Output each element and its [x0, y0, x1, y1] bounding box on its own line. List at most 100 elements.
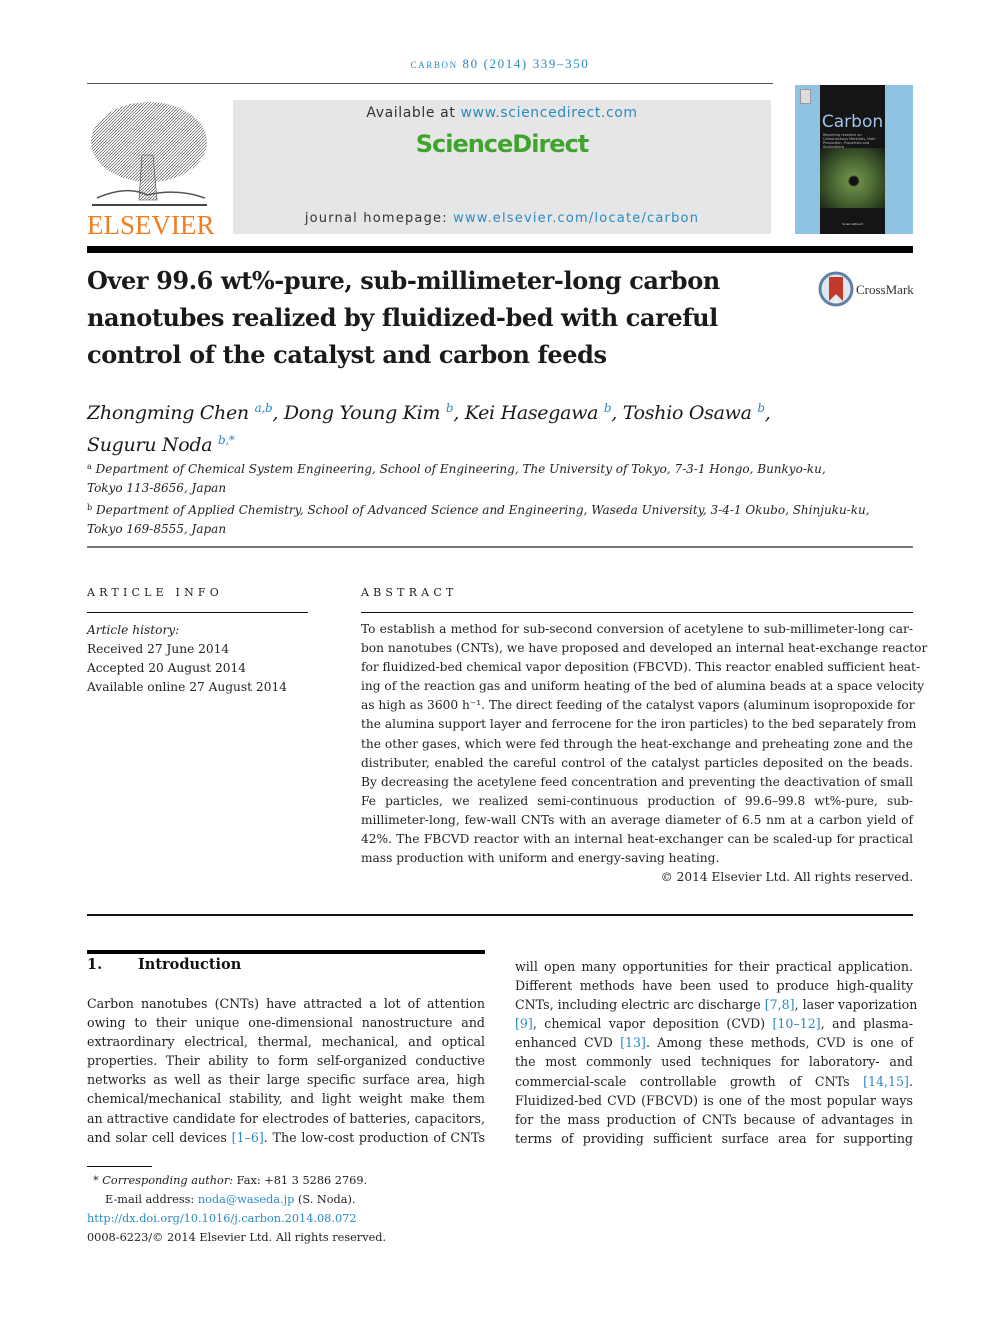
title-line: Over 99.6 wt%-pure, sub-millimeter-long …	[87, 266, 720, 295]
body-text: . Among these methods, CVD is one of	[645, 1035, 913, 1051]
introduction-rule	[87, 950, 485, 954]
affiliation-b: b Department of Applied Chemistry, Schoo…	[87, 498, 887, 520]
affiliation-a: a Department of Chemical System Engineer…	[87, 457, 887, 479]
introduction-right-column: will open many opportunities for their p…	[515, 957, 917, 1148]
section-number: 1.	[87, 956, 103, 973]
abstract-line: By decreasing the acetylene feed concent…	[361, 774, 913, 789]
author-name[interactable]: Zhongming Chen	[87, 402, 249, 424]
affiliation-text: Department of Applied Chemistry, School …	[95, 503, 870, 517]
body-text: chemical/mechanical stability, and light…	[87, 1091, 485, 1107]
header-rule	[87, 83, 773, 84]
body-text: .	[908, 1073, 913, 1089]
article-history: Article history: Received 27 June 2014 A…	[87, 621, 287, 697]
body-text: the most commonly used techniques for la…	[515, 1054, 913, 1070]
sciencedirect-logo[interactable]: ScienceDirect	[233, 130, 771, 158]
body-text: , and plasma-	[820, 1016, 913, 1032]
body-text-line: commercial-scale controllable growth of …	[515, 1072, 913, 1091]
body-text: . The low-cost production of CNTs	[263, 1129, 485, 1145]
section-title: Introduction	[138, 956, 242, 973]
body-text-line: Different methods have been used to prod…	[515, 976, 913, 995]
elsevier-badge-icon	[800, 89, 811, 104]
article-info-rule	[87, 612, 308, 613]
abstract-line: ing of the reaction gas and uniform heat…	[361, 679, 925, 694]
author-name[interactable]: Suguru Noda	[87, 434, 213, 456]
citation-link[interactable]: [10–12]	[773, 1016, 821, 1031]
author-separator: ,	[453, 402, 465, 424]
running-head: carbon 80 (2014) 339–350	[410, 56, 590, 71]
section-divider	[87, 546, 913, 548]
body-text-line: Carbon nanotubes (CNTs) have attracted a…	[87, 994, 485, 1013]
author-name[interactable]: Kei Hasegawa	[465, 402, 599, 424]
affiliation-mark: a	[87, 462, 92, 471]
abstract-line: Fe particles, we realized semi-continuou…	[361, 793, 913, 808]
received-date: Received 27 June 2014	[87, 642, 230, 656]
crossmark-label[interactable]: CrossMark	[856, 282, 914, 298]
email-link[interactable]: noda@waseda.jp	[198, 1193, 295, 1206]
body-text: owing to their unique one-dimensional na…	[87, 1015, 485, 1031]
author-name[interactable]: Toshio Osawa	[623, 402, 752, 424]
affiliation-text-cont: Tokyo 169-8555, Japan	[87, 522, 227, 536]
body-text-line: terms of providing sufficient surface ar…	[515, 1129, 913, 1148]
body-text-line: will open many opportunities for their p…	[515, 957, 913, 976]
body-text: Carbon nanotubes (CNTs) have attracted a…	[87, 996, 485, 1011]
author-list: Zhongming Chen a,b, Dong Young Kim b, Ke…	[87, 395, 867, 459]
footnote-rule	[87, 1166, 152, 1167]
body-text: and solar cell devices	[87, 1129, 232, 1145]
abstract-line: millimeter-long, few-wall CNTs with an a…	[361, 812, 913, 827]
elsevier-logo-text: ELSEVIER	[87, 210, 215, 240]
body-text: will open many opportunities for their p…	[515, 959, 913, 974]
email-label: E-mail address:	[105, 1193, 198, 1206]
author-affiliation-mark[interactable]: a,b	[255, 401, 273, 415]
author-name[interactable]: Dong Young Kim	[284, 402, 441, 424]
citation-link[interactable]: [14,15]	[863, 1074, 909, 1089]
body-text-line: CNTs, including electric arc discharge […	[515, 995, 917, 1014]
online-date: Available online 27 August 2014	[87, 680, 287, 694]
body-text-line: and solar cell devices [1–6]. The low-co…	[87, 1128, 485, 1147]
body-text: , chemical vapor deposition (CVD)	[532, 1016, 773, 1032]
author-affiliation-mark[interactable]: b,*	[218, 433, 235, 447]
body-text-line: owing to their unique one-dimensional na…	[87, 1013, 485, 1032]
title-line: nanotubes realized by fluidized-bed with…	[87, 303, 718, 332]
abstract-line: distributer, enabled the careful control…	[361, 755, 913, 770]
doi-link[interactable]: http://dx.doi.org/10.1016/j.carbon.2014.…	[87, 1212, 357, 1225]
email-note: E-mail address: noda@waseda.jp (S. Noda)…	[87, 1190, 386, 1209]
body-text: for the mass production of CNTs because …	[515, 1111, 913, 1127]
body-text-line: networks as well as their large specific…	[87, 1070, 485, 1089]
journal-homepage-link[interactable]: www.elsevier.com/locate/carbon	[453, 211, 699, 226]
sciencedirect-link[interactable]: www.sciencedirect.com	[460, 105, 637, 121]
affiliation-mark: b	[87, 503, 93, 512]
corresponding-author-note: * Corresponding author: Fax: +81 3 5286 …	[87, 1171, 386, 1190]
title-line: control of the catalyst and carbon feeds	[87, 340, 607, 369]
abstract-line: the alumina support layer and ferrocene …	[361, 717, 917, 732]
body-text: CNTs, including electric arc discharge	[515, 997, 765, 1013]
abstract-line: bon nanotubes (CNTs), we have proposed a…	[361, 641, 928, 656]
affiliations: a Department of Chemical System Engineer…	[87, 457, 887, 539]
affiliation-text: Department of Chemical System Engineerin…	[95, 462, 826, 476]
body-text: extraordinary electrical, thermal, mecha…	[87, 1034, 485, 1050]
citation-link[interactable]: [7,8]	[765, 997, 795, 1012]
available-prefix: Available at	[366, 105, 461, 121]
body-text: Fluidized-bed CVD (FBCVD) is one of the …	[515, 1092, 913, 1108]
available-at: Available at www.sciencedirect.com	[233, 105, 771, 121]
author-affiliation-mark[interactable]: b	[757, 401, 765, 415]
abstract-line: as high as 3600 h⁻¹. The direct feeding …	[361, 698, 915, 713]
citation-link[interactable]: [9]	[515, 1016, 533, 1031]
fax: Fax: +81 3 5286 2769.	[233, 1174, 368, 1187]
homepage-prefix: journal homepage:	[304, 211, 454, 226]
crossmark-icon[interactable]	[818, 271, 854, 311]
abstract-line: for fluidized-bed chemical vapor deposit…	[361, 660, 921, 675]
journal-homepage: journal homepage: www.elsevier.com/locat…	[233, 211, 771, 226]
accepted-date: Accepted 20 August 2014	[87, 661, 246, 675]
issn-copyright: 0008-6223/© 2014 Elsevier Ltd. All right…	[87, 1231, 387, 1244]
journal-cover-image	[820, 148, 885, 208]
body-text: networks as well as their large specific…	[87, 1072, 485, 1088]
citation-link[interactable]: [1–6]	[232, 1130, 264, 1145]
footnotes: * Corresponding author: Fax: +81 3 5286 …	[87, 1171, 386, 1247]
body-text: commercial-scale controllable growth of …	[515, 1073, 864, 1089]
citation-link[interactable]: [13]	[620, 1035, 646, 1050]
author-separator: ,	[764, 402, 771, 424]
abstract-line: 42%. The FBCVD reactor with an internal …	[361, 832, 913, 847]
article-history-label: Article history:	[87, 623, 180, 637]
body-text-line: extraordinary electrical, thermal, mecha…	[87, 1032, 485, 1051]
journal-cover-subtitle: Reporting research on Carbonaceous Mater…	[823, 133, 876, 149]
